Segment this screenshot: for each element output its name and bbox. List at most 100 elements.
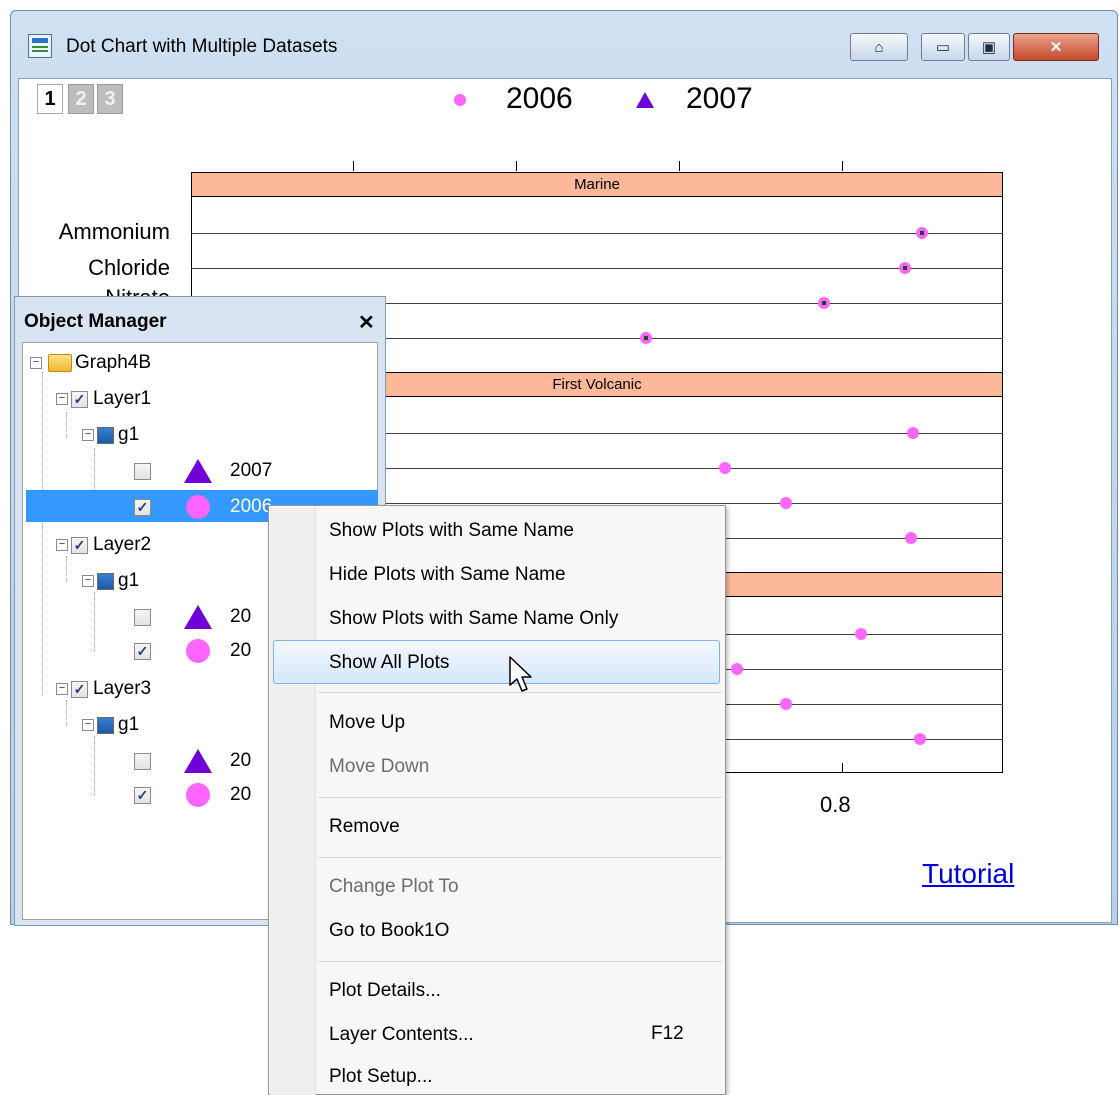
tree-label: Layer1 xyxy=(93,388,152,409)
menu-item-go-to-book[interactable]: Go to Book1O xyxy=(329,920,449,942)
tree-label: g1 xyxy=(118,570,140,591)
layer-checkbox[interactable]: ✓ xyxy=(71,390,88,408)
menu-item-move-up[interactable]: Move Up xyxy=(329,712,405,734)
category-label-chloride: Chloride xyxy=(88,255,170,280)
home-button[interactable]: ⌂ xyxy=(850,33,908,61)
collapse-icon[interactable]: − xyxy=(30,357,42,369)
circle-marker-icon xyxy=(186,639,210,663)
tree-connector xyxy=(94,592,95,652)
context-menu-gutter xyxy=(270,507,316,1095)
plot-checkbox[interactable]: ✓ xyxy=(134,642,151,660)
context-menu xyxy=(268,505,726,1095)
tree-node-layer1[interactable]: − ✓ Layer1 xyxy=(56,384,151,414)
top-axis-tick xyxy=(353,161,354,171)
menu-item-show-all-plots[interactable]: Show All Plots xyxy=(329,652,449,674)
tree-node-plot[interactable]: ✓ 2006 xyxy=(134,492,272,522)
tree-node-g1[interactable]: − g1 xyxy=(82,420,139,450)
tree-label: Layer3 xyxy=(93,678,152,699)
tree-label: 2006 xyxy=(230,496,273,517)
graph-window-icon xyxy=(28,34,52,58)
legend-label-2006: 2006 xyxy=(506,82,573,115)
tree-connector xyxy=(94,736,95,796)
data-point xyxy=(719,462,731,474)
menu-item-move-down[interactable]: Move Down xyxy=(329,756,429,778)
plot-checkbox[interactable] xyxy=(134,462,151,480)
tree-node-plot[interactable]: 20 xyxy=(134,746,251,776)
data-point xyxy=(899,262,911,274)
legend-2006-circle-icon xyxy=(454,94,466,106)
collapse-icon[interactable]: − xyxy=(82,719,94,731)
collapse-icon[interactable]: − xyxy=(56,393,68,405)
legend-2007-triangle-icon xyxy=(636,92,654,108)
layer-checkbox[interactable]: ✓ xyxy=(71,680,88,698)
tree-label: Graph4B xyxy=(75,352,152,373)
group-icon xyxy=(97,572,114,590)
triangle-marker-icon xyxy=(184,605,212,629)
x-tick-label: 0.8 xyxy=(820,792,851,817)
menu-item-hide-plots-same-name[interactable]: Hide Plots with Same Name xyxy=(329,564,566,586)
data-point xyxy=(731,663,743,675)
menu-item-plot-setup[interactable]: Plot Setup... xyxy=(329,1066,433,1088)
tree-node-plot[interactable]: 20 xyxy=(134,602,251,632)
data-point xyxy=(916,227,928,239)
data-point xyxy=(818,297,830,309)
data-point xyxy=(905,532,917,544)
tree-node-g1[interactable]: − g1 xyxy=(82,710,139,740)
category-label-ammonium: Ammonium xyxy=(58,219,170,244)
tree-node-g1[interactable]: − g1 xyxy=(82,566,139,596)
layer-checkbox[interactable]: ✓ xyxy=(71,536,88,554)
data-point xyxy=(640,332,652,344)
plot-checkbox[interactable] xyxy=(134,752,151,770)
menu-item-plot-details[interactable]: Plot Details... xyxy=(329,980,441,1002)
data-point xyxy=(907,427,919,439)
object-manager-close-icon[interactable]: ✕ xyxy=(358,310,375,335)
tree-node-plot[interactable]: ✓ 20 xyxy=(134,636,251,666)
tree-node-graph4b[interactable]: − Graph4B xyxy=(30,348,151,378)
tree-node-plot[interactable]: 2007 xyxy=(134,456,272,486)
group-icon xyxy=(97,426,114,444)
group-icon xyxy=(97,716,114,734)
layer-tab-3[interactable]: 3 xyxy=(97,84,123,114)
collapse-icon[interactable]: − xyxy=(56,683,68,695)
menu-item-layer-contents[interactable]: Layer Contents... xyxy=(329,1024,474,1046)
data-point xyxy=(780,497,792,509)
menu-separator xyxy=(318,961,722,962)
object-manager-title: Object Manager xyxy=(24,311,167,332)
plot-checkbox[interactable]: ✓ xyxy=(134,786,151,804)
row-line xyxy=(191,268,1003,269)
menu-item-change-plot-to[interactable]: Change Plot To xyxy=(329,876,459,898)
collapse-icon[interactable]: − xyxy=(56,539,68,551)
tree-node-layer3[interactable]: − ✓ Layer3 xyxy=(56,674,151,704)
menu-separator xyxy=(318,797,722,798)
menu-item-show-plots-same-name-only[interactable]: Show Plots with Same Name Only xyxy=(329,608,618,630)
tree-connector xyxy=(66,412,67,438)
tree-label: 2007 xyxy=(230,460,273,481)
menu-separator xyxy=(318,857,722,858)
tree-node-layer2[interactable]: − ✓ Layer2 xyxy=(56,530,151,560)
menu-item-show-plots-same-name[interactable]: Show Plots with Same Name xyxy=(329,520,574,542)
plot-checkbox[interactable]: ✓ xyxy=(134,498,151,516)
collapse-icon[interactable]: − xyxy=(82,429,94,441)
data-point xyxy=(855,628,867,640)
circle-marker-icon xyxy=(186,495,210,519)
circle-marker-icon xyxy=(186,783,210,807)
layer-tab-2[interactable]: 2 xyxy=(68,84,94,114)
menu-item-remove[interactable]: Remove xyxy=(329,816,400,838)
tree-node-plot[interactable]: ✓ 20 xyxy=(134,780,251,810)
tutorial-link[interactable]: Tutorial xyxy=(922,858,1014,890)
top-axis-tick xyxy=(842,161,843,171)
tree-connector xyxy=(42,372,43,696)
tree-label: g1 xyxy=(118,424,140,445)
data-point xyxy=(780,698,792,710)
close-window-button[interactable]: ✕ xyxy=(1013,33,1099,61)
minimize-button[interactable]: ▭ xyxy=(921,33,965,61)
collapse-icon[interactable]: − xyxy=(82,575,94,587)
data-point xyxy=(914,733,926,745)
tree-label: 20 xyxy=(230,750,252,771)
menu-shortcut-f12: F12 xyxy=(651,1023,684,1044)
tree-label: Layer2 xyxy=(93,534,152,555)
triangle-marker-icon xyxy=(184,459,212,483)
layer-tab-1[interactable]: 1 xyxy=(37,84,63,114)
restore-button[interactable]: ▣ xyxy=(968,33,1010,61)
plot-checkbox[interactable] xyxy=(134,608,151,626)
